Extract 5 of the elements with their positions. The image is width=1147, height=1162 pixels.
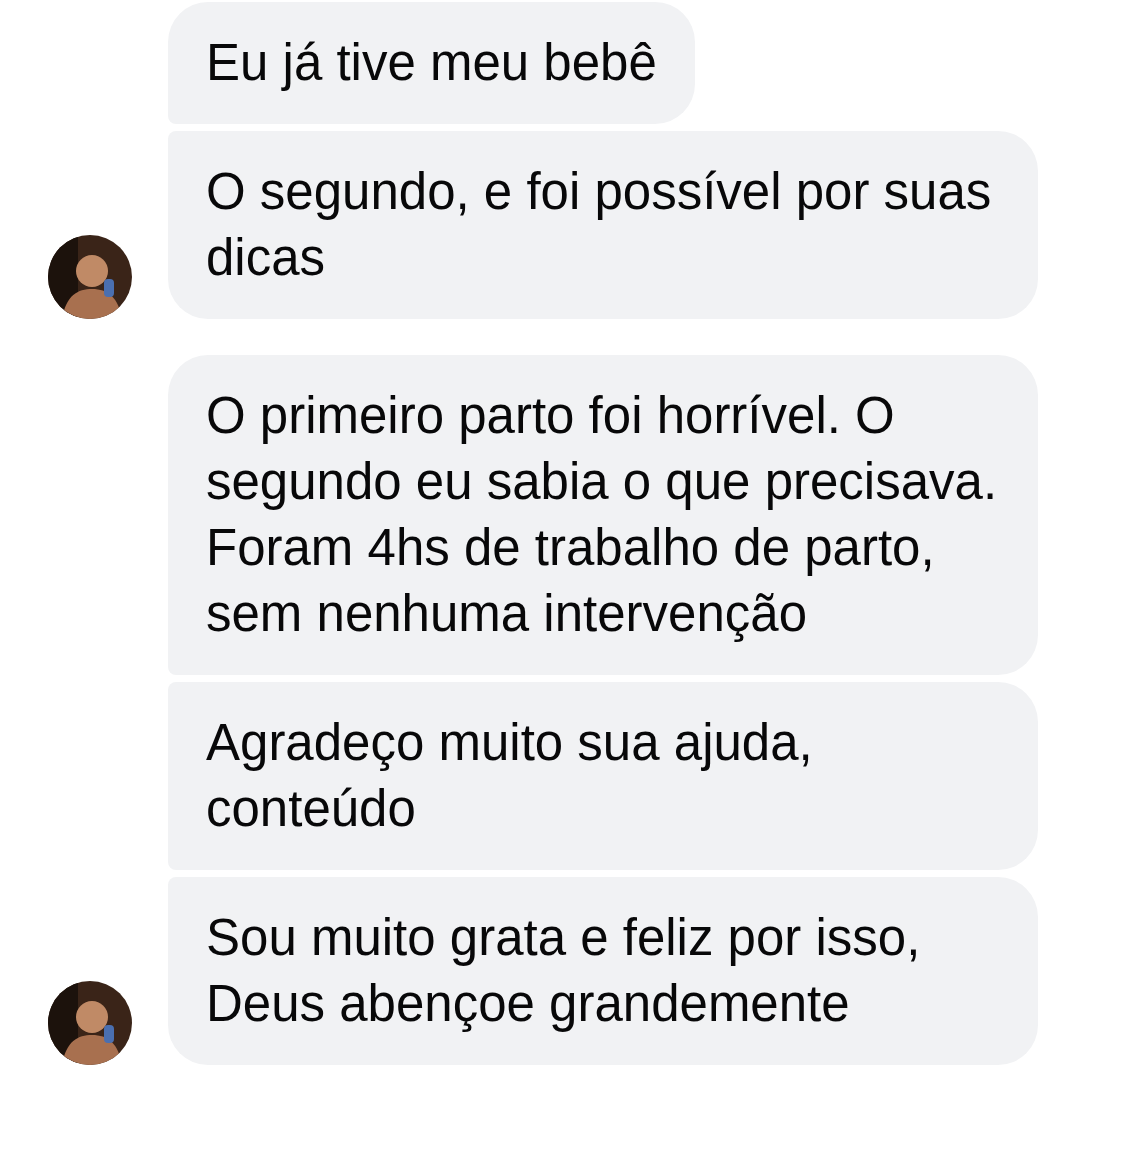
message-bubble: O segundo, e foi possível por suas dicas <box>168 131 1038 319</box>
message-bubble: O primeiro parto foi horrível. O segundo eu sabia o que precisava. Foram 4hs de trabalho de parto, sem nenhuma intervenção <box>168 355 1038 675</box>
message-bubble: Sou muito grata e feliz por isso, Deus abençoe grandemente <box>168 877 1038 1065</box>
message-bubble: Eu já tive meu bebê <box>168 2 695 124</box>
message-bubble: Agradeço muito sua ajuda, conteúdo <box>168 682 1038 870</box>
